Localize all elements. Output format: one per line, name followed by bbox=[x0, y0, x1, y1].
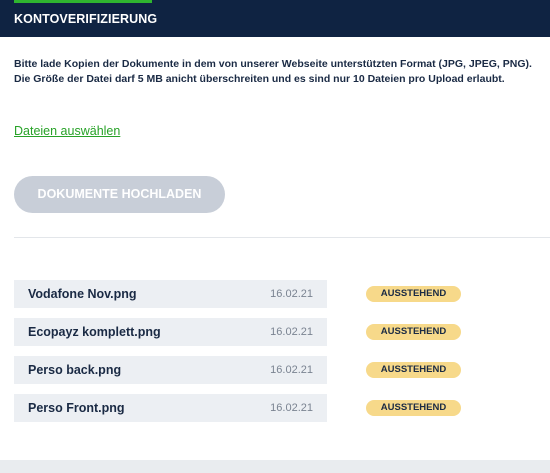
file-item: Vodafone Nov.png 16.02.21 bbox=[14, 280, 327, 308]
file-row: Vodafone Nov.png 16.02.21 AUSSTEHEND bbox=[14, 280, 534, 308]
status-badge: AUSSTEHEND bbox=[366, 286, 461, 302]
verification-panel: KONTOVERIFIZIERUNG Bitte lade Kopien der… bbox=[0, 0, 550, 460]
file-date: 16.02.21 bbox=[270, 288, 313, 300]
header-accent-bar bbox=[14, 0, 152, 3]
panel-header: KONTOVERIFIZIERUNG bbox=[0, 0, 550, 37]
status-badge: AUSSTEHEND bbox=[366, 400, 461, 416]
file-date: 16.02.21 bbox=[270, 326, 313, 338]
divider bbox=[14, 237, 550, 238]
file-date: 16.02.21 bbox=[270, 364, 313, 376]
file-item: Perso Front.png 16.02.21 bbox=[14, 394, 327, 422]
file-name: Ecopayz komplett.png bbox=[28, 325, 161, 339]
upload-instructions: Bitte lade Kopien der Dokumente in dem v… bbox=[14, 57, 544, 87]
file-row: Perso back.png 16.02.21 AUSSTEHEND bbox=[14, 356, 534, 384]
status-badge: AUSSTEHEND bbox=[366, 362, 461, 378]
file-name: Perso back.png bbox=[28, 363, 122, 377]
file-name: Vodafone Nov.png bbox=[28, 287, 137, 301]
page-title: KONTOVERIFIZIERUNG bbox=[14, 12, 158, 26]
file-item: Perso back.png 16.02.21 bbox=[14, 356, 327, 384]
file-date: 16.02.21 bbox=[270, 402, 313, 414]
uploaded-files-list: Vodafone Nov.png 16.02.21 AUSSTEHEND Eco… bbox=[14, 280, 534, 432]
upload-documents-button[interactable]: DOKUMENTE HOCHLADEN bbox=[14, 176, 225, 213]
instructions-line-2: Die Größe der Datei darf 5 MB anicht übe… bbox=[14, 73, 505, 85]
file-item: Ecopayz komplett.png 16.02.21 bbox=[14, 318, 327, 346]
select-files-link[interactable]: Dateien auswählen bbox=[14, 124, 120, 138]
file-row: Ecopayz komplett.png 16.02.21 AUSSTEHEND bbox=[14, 318, 534, 346]
file-name: Perso Front.png bbox=[28, 401, 125, 415]
status-badge: AUSSTEHEND bbox=[366, 324, 461, 340]
instructions-line-1: Bitte lade Kopien der Dokumente in dem v… bbox=[14, 58, 532, 70]
file-row: Perso Front.png 16.02.21 AUSSTEHEND bbox=[14, 394, 534, 422]
